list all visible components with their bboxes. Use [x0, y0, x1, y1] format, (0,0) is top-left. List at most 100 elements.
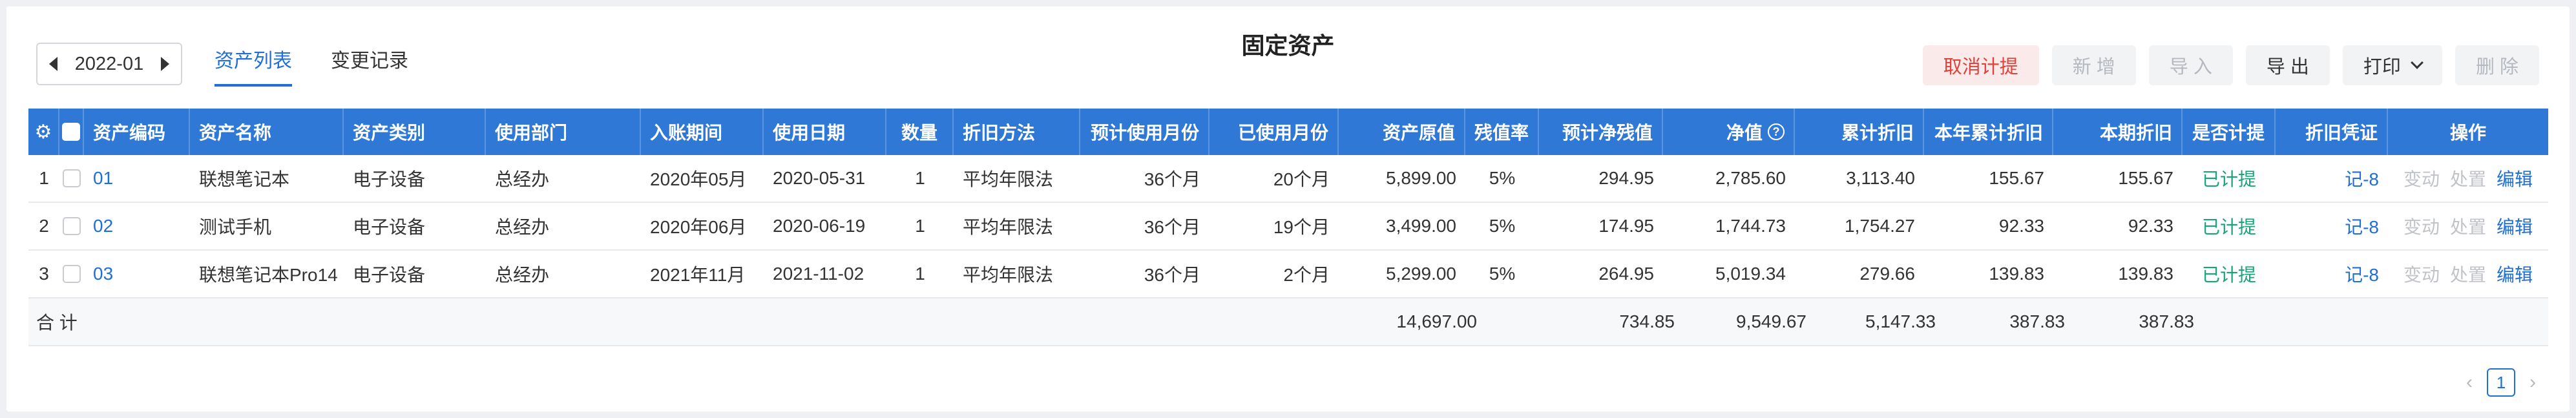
- dispose-action[interactable]: 处置: [2450, 165, 2486, 191]
- col-accum[interactable]: 累计折旧: [1795, 109, 1924, 155]
- select-all-cell: [59, 109, 84, 155]
- col-residual[interactable]: 预计净残值: [1539, 109, 1663, 155]
- gear-icon[interactable]: ⚙: [35, 121, 52, 143]
- import-button[interactable]: 导 入: [2148, 45, 2233, 85]
- asset-code-link[interactable]: 02: [84, 203, 190, 249]
- col-life[interactable]: 预计使用月份: [1080, 109, 1209, 155]
- accrued-status-link[interactable]: 已计提: [2183, 155, 2276, 202]
- col-name[interactable]: 资产名称: [190, 109, 344, 155]
- export-button[interactable]: 导 出: [2245, 45, 2330, 85]
- summary-rate-spacer: [1486, 298, 1560, 345]
- dispose-action[interactable]: 处置: [2450, 261, 2486, 287]
- col-accrued[interactable]: 是否计提: [2183, 109, 2276, 155]
- residual-rate: 5%: [1489, 168, 1516, 188]
- voucher-link[interactable]: 记-8: [2276, 203, 2388, 249]
- summary-spacer: [1230, 298, 1359, 345]
- chevron-down-icon: [2411, 56, 2424, 69]
- quantity: 1: [915, 264, 925, 284]
- change-action[interactable]: 变动: [2403, 165, 2440, 191]
- row-actions: 变动 处置 编辑: [2388, 155, 2548, 202]
- table-row[interactable]: 3 03 联想笔记本Pro14 电子设备 总经办 2021年11月 2021-1…: [28, 251, 2548, 298]
- use-date: 2020-06-19: [773, 216, 866, 236]
- col-dept[interactable]: 使用部门: [486, 109, 641, 155]
- toolbar: 取消计提 新 增 导 入 导 出 打印 删 除: [1922, 45, 2539, 85]
- voucher-link[interactable]: 记-8: [2276, 251, 2388, 297]
- summary-tail: [2203, 298, 2548, 345]
- accum-depr: 1,754.27: [1845, 216, 1915, 236]
- asset-name: 联想笔记本: [199, 169, 290, 189]
- col-method[interactable]: 折旧方法: [954, 109, 1080, 155]
- net-value: 2,785.60: [1715, 168, 1786, 188]
- net-value: 1,744.73: [1715, 216, 1786, 236]
- change-action[interactable]: 变动: [2403, 261, 2440, 287]
- row-actions: 变动 处置 编辑: [2388, 203, 2548, 249]
- col-net[interactable]: 净值?: [1663, 109, 1795, 155]
- settings-cell: ⚙: [28, 109, 59, 155]
- add-button[interactable]: 新 增: [2051, 45, 2136, 85]
- current-depr: 139.83: [2118, 264, 2173, 284]
- accrued-status-link[interactable]: 已计提: [2183, 251, 2276, 297]
- page-number-button[interactable]: 1: [2487, 368, 2515, 397]
- table-row[interactable]: 2 02 测试手机 电子设备 总经办 2020年06月 2020-06-19 1…: [28, 203, 2548, 251]
- col-net-label: 净值: [1726, 123, 1763, 143]
- current-depr: 155.67: [2118, 168, 2173, 188]
- row-checkbox[interactable]: [63, 265, 81, 283]
- select-all-checkbox[interactable]: [62, 123, 80, 141]
- row-actions: 变动 处置 编辑: [2388, 251, 2548, 297]
- expected-life: 36个月: [1144, 217, 1200, 237]
- change-action[interactable]: 变动: [2403, 213, 2440, 239]
- prev-page-icon[interactable]: ‹: [2466, 371, 2473, 393]
- col-period[interactable]: 入账期间: [641, 109, 764, 155]
- depr-method: 平均年限法: [963, 217, 1054, 237]
- col-used[interactable]: 已使用月份: [1209, 109, 1339, 155]
- use-date: 2021-11-02: [773, 264, 864, 284]
- asset-code-link[interactable]: 01: [84, 155, 190, 202]
- help-icon[interactable]: ?: [1768, 123, 1785, 140]
- row-checkbox[interactable]: [63, 217, 81, 235]
- row-number: 2: [39, 216, 49, 236]
- entry-period: 2020年06月: [650, 217, 747, 237]
- col-current[interactable]: 本期折旧: [2053, 109, 2183, 155]
- next-page-icon[interactable]: ›: [2529, 371, 2536, 393]
- row-select-cell: [59, 251, 84, 297]
- col-ops: 操作: [2449, 123, 2486, 143]
- col-voucher[interactable]: 折旧凭证: [2276, 109, 2388, 155]
- cancel-accrual-button[interactable]: 取消计提: [1922, 45, 2039, 85]
- col-code[interactable]: 资产编码: [84, 109, 190, 155]
- col-rate[interactable]: 残值率: [1465, 109, 1539, 155]
- delete-button[interactable]: 删 除: [2455, 45, 2539, 85]
- voucher-link[interactable]: 记-8: [2276, 155, 2388, 202]
- col-category[interactable]: 资产类别: [344, 109, 486, 155]
- fixed-assets-panel: 2022-01 资产列表 变更记录 固定资产 取消计提 新 增 导 入 导 出 …: [6, 6, 2570, 412]
- edit-action[interactable]: 编辑: [2497, 213, 2533, 239]
- asset-category: 电子设备: [353, 265, 426, 285]
- col-qty[interactable]: 数量: [886, 109, 954, 155]
- edit-action[interactable]: 编辑: [2497, 165, 2533, 191]
- row-number: 1: [39, 168, 49, 188]
- summary-current: 387.83: [2139, 311, 2194, 331]
- col-year[interactable]: 本年累计折旧: [1924, 109, 2053, 155]
- edit-action[interactable]: 编辑: [2497, 261, 2533, 287]
- original-value: 3,499.00: [1386, 216, 1456, 236]
- table-row[interactable]: 1 01 联想笔记本 电子设备 总经办 2020年05月 2020-05-31 …: [28, 155, 2548, 203]
- col-date[interactable]: 使用日期: [764, 109, 886, 155]
- net-value: 5,019.34: [1715, 264, 1786, 284]
- depr-method: 平均年限法: [963, 169, 1054, 189]
- residual-rate: 5%: [1489, 216, 1516, 236]
- row-checkbox[interactable]: [63, 169, 81, 187]
- summary-residual: 734.85: [1619, 311, 1675, 331]
- col-orig[interactable]: 资产原值: [1339, 109, 1465, 155]
- year-depr: 155.67: [1989, 168, 2044, 188]
- asset-code-link[interactable]: 03: [84, 251, 190, 297]
- used-months: 19个月: [1273, 217, 1330, 237]
- table-header: ⚙ 资产编码 资产名称 资产类别 使用部门 入账期间 使用日期 数量 折旧方法 …: [28, 109, 2548, 155]
- original-value: 5,299.00: [1386, 264, 1456, 284]
- current-depr: 92.33: [2128, 216, 2173, 236]
- asset-category: 电子设备: [353, 169, 426, 189]
- print-button[interactable]: 打印: [2342, 45, 2442, 85]
- asset-name: 测试手机: [199, 217, 272, 237]
- asset-table: ⚙ 资产编码 资产名称 资产类别 使用部门 入账期间 使用日期 数量 折旧方法 …: [28, 109, 2548, 346]
- accrued-status-link[interactable]: 已计提: [2183, 203, 2276, 249]
- residual-value: 174.95: [1598, 216, 1654, 236]
- dispose-action[interactable]: 处置: [2450, 213, 2486, 239]
